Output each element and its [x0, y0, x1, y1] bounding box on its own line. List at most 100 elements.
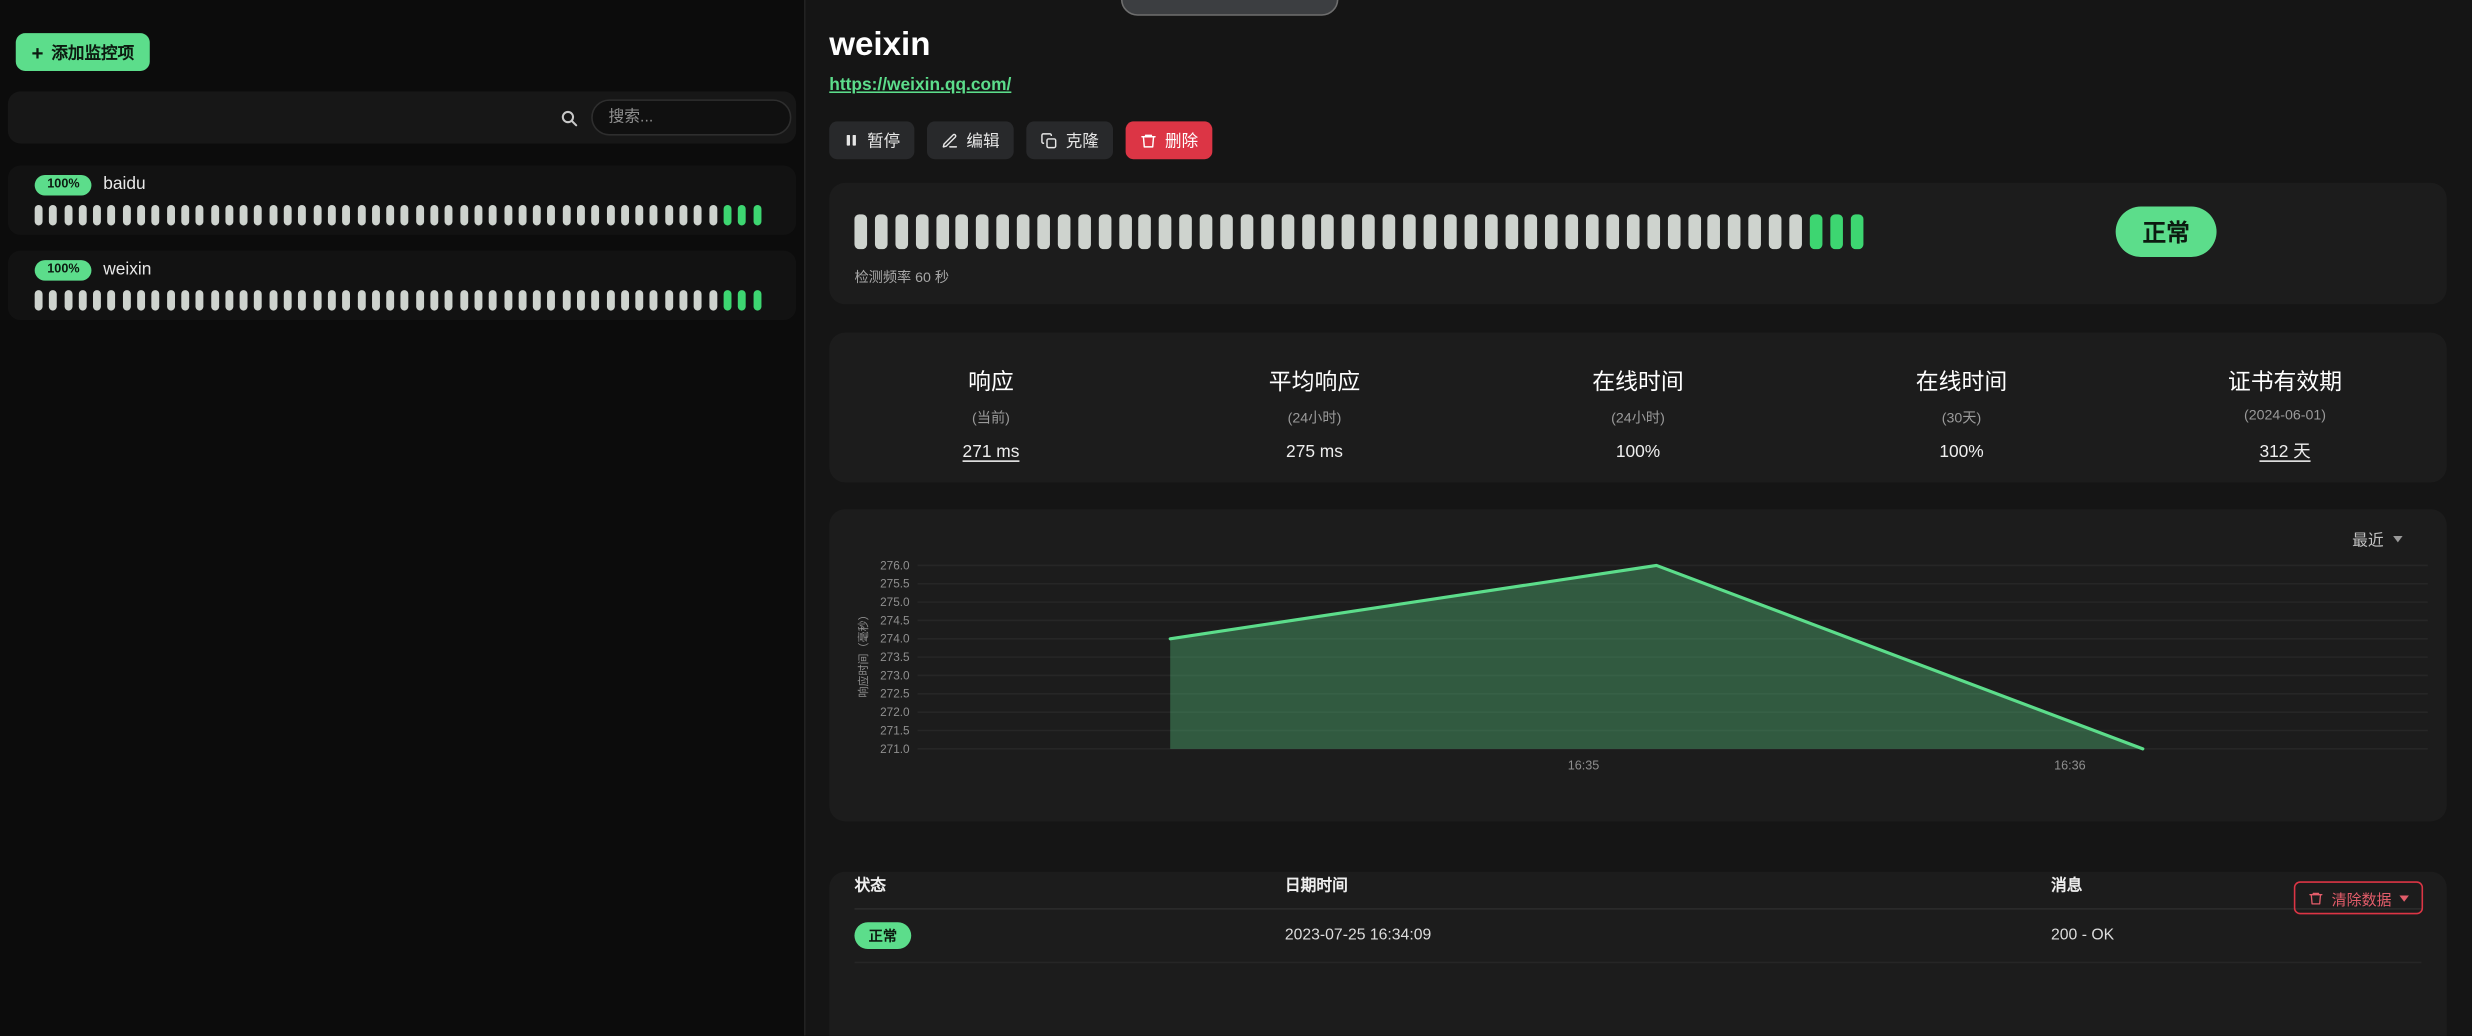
heartbeat-beat	[240, 205, 248, 225]
heartbeat-beat	[269, 205, 277, 225]
x-tick-label: 16:36	[2054, 759, 2086, 773]
monitor-url-link[interactable]: https://weixin.qq.com/	[829, 76, 1011, 95]
heartbeat-beat	[548, 205, 556, 225]
heartbeat-beat	[1850, 215, 1863, 250]
heartbeat-beat	[108, 289, 116, 309]
heartbeat-beat	[430, 205, 438, 225]
stat-cert-expiry: 证书有效期 (2024-06-01) 312 天	[2123, 364, 2447, 482]
heartbeat-beat	[875, 215, 888, 250]
monitor-item-baidu[interactable]: 100% baidu	[8, 166, 796, 235]
heartbeat-beat	[562, 205, 570, 225]
heartbeat-beat	[152, 289, 160, 309]
y-tick-label: 274.5	[880, 614, 910, 628]
heartbeat-beat	[592, 289, 600, 309]
event-status-badge: 正常	[854, 923, 911, 950]
add-monitor-label: 添加监控项	[51, 40, 134, 64]
heartbeat-beat	[1586, 215, 1599, 250]
heartbeat-beat	[255, 289, 263, 309]
heartbeat-beat	[936, 215, 949, 250]
y-tick-label: 273.0	[880, 669, 910, 683]
clone-label: 克隆	[1066, 129, 1099, 153]
heartbeat-beat	[1261, 215, 1274, 250]
search-input[interactable]	[591, 99, 791, 135]
stat-uptime-24h: 在线时间 (24小时) 100%	[1476, 364, 1800, 482]
heartbeat-beat	[562, 289, 570, 309]
y-tick-label: 275.0	[880, 595, 910, 609]
column-datetime: 日期时间	[1285, 872, 2051, 896]
heartbeat-beat	[753, 205, 761, 225]
stat-response-current: 响应 (当前) 271 ms	[829, 364, 1153, 482]
events-table-header: 状态 日期时间 消息	[854, 872, 2421, 910]
clone-button[interactable]: 克隆	[1026, 122, 1113, 160]
heartbeat-beat	[518, 205, 526, 225]
heartbeat-beat	[1119, 215, 1132, 250]
stat-response-average: 平均响应 (24小时) 275 ms	[1153, 364, 1477, 482]
heartbeat-beat	[49, 205, 57, 225]
heartbeat-beat	[342, 289, 350, 309]
trash-icon	[2308, 890, 2324, 906]
stats-card: 响应 (当前) 271 ms 平均响应 (24小时) 275 ms 在线时间 (…	[829, 333, 2446, 483]
heartbeat-bar	[35, 289, 770, 309]
stat-subtitle: (24小时)	[1476, 407, 1800, 427]
x-tick-label: 16:35	[1568, 759, 1600, 773]
delete-button[interactable]: 删除	[1126, 122, 1213, 160]
column-status: 状态	[854, 872, 1284, 896]
chevron-down-icon	[2399, 895, 2408, 901]
heartbeat-beat	[724, 289, 732, 309]
heartbeat-beat	[181, 205, 189, 225]
heartbeat-beat	[1667, 215, 1680, 250]
heartbeat-beat	[474, 289, 482, 309]
heartbeat-beat	[694, 289, 702, 309]
heartbeat-beat	[1363, 215, 1376, 250]
heartbeat-beat	[1159, 215, 1172, 250]
event-row: 正常 2023-07-25 16:34:09 200 - OK	[854, 910, 2421, 964]
heartbeat-beat	[211, 289, 219, 309]
stat-title: 在线时间	[1476, 364, 1800, 397]
heartbeat-beat	[1342, 215, 1355, 250]
heartbeat-beat	[533, 289, 541, 309]
heartbeat-beat	[724, 205, 732, 225]
heartbeat-beat	[416, 205, 424, 225]
heartbeat-bar	[35, 205, 770, 225]
monitor-name: baidu	[103, 176, 145, 195]
heartbeat-beat	[35, 205, 43, 225]
heartbeat-beat	[225, 205, 233, 225]
add-monitor-button[interactable]: + 添加监控项	[16, 33, 150, 71]
heartbeat-beat	[1810, 215, 1823, 250]
heartbeat-beat	[1688, 215, 1701, 250]
heartbeat-beat	[1830, 215, 1843, 250]
heartbeat-beat	[650, 289, 658, 309]
heartbeat-beat	[225, 289, 233, 309]
heartbeat-beat	[1749, 215, 1762, 250]
heartbeat-beat	[577, 205, 585, 225]
heartbeat-beat	[445, 205, 453, 225]
heartbeat-beat	[313, 289, 321, 309]
heartbeat-beat	[49, 289, 57, 309]
heartbeat-beat	[299, 205, 307, 225]
heartbeat-beat	[386, 205, 394, 225]
monitor-item-weixin[interactable]: 100% weixin	[8, 250, 796, 319]
heartbeat-beat	[504, 289, 512, 309]
edit-button[interactable]: 编辑	[927, 122, 1014, 160]
heartbeat-beat	[211, 205, 219, 225]
clear-data-label: 清除数据	[2332, 887, 2392, 909]
heartbeat-beat	[738, 289, 746, 309]
clear-data-button[interactable]: 清除数据	[2294, 882, 2423, 915]
heartbeat-beat	[1058, 215, 1071, 250]
heartbeat-beat	[1708, 215, 1721, 250]
heartbeat-beat	[255, 205, 263, 225]
heartbeat-beat	[357, 289, 365, 309]
heartbeat-beat	[416, 289, 424, 309]
pause-button[interactable]: 暂停	[829, 122, 914, 160]
heartbeat-beat	[108, 205, 116, 225]
heartbeat-beat	[93, 205, 101, 225]
y-tick-label: 271.0	[880, 742, 910, 756]
heartbeat-beat	[1464, 215, 1477, 250]
check-interval-label: 检测频率 60 秒	[854, 267, 949, 287]
heartbeat-beat	[1200, 215, 1213, 250]
heartbeat-beat	[1037, 215, 1050, 250]
y-axis-label: 响应时间（毫秒）	[856, 610, 870, 698]
uptime-badge: 100%	[35, 175, 92, 195]
heartbeat-beat	[956, 215, 969, 250]
delete-label: 删除	[1165, 129, 1198, 153]
